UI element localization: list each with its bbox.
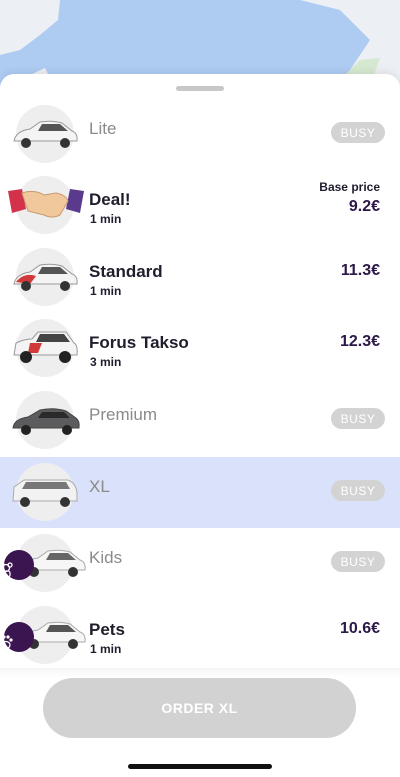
handshake-icon <box>8 189 84 218</box>
minivan-icon <box>12 479 78 507</box>
footer-divider <box>0 668 400 678</box>
option-row-pets[interactable]: Pets 1 min 10.6€ <box>0 600 400 671</box>
option-name: Forus Takso <box>89 333 189 352</box>
option-row-xl[interactable]: XL BUSY <box>0 457 400 528</box>
option-eta: 1 min <box>90 284 122 298</box>
home-indicator <box>128 764 272 769</box>
busy-badge: BUSY <box>331 480 385 501</box>
vehicle-thumb <box>13 319 78 377</box>
option-row-forus-takso[interactable]: Forus Takso 3 min 12.3€ <box>0 313 400 384</box>
busy-badge: BUSY <box>331 408 385 429</box>
option-price: 10.6€ <box>339 620 380 637</box>
dark-sedan-icon <box>12 408 80 435</box>
red-white-sedan-icon <box>13 263 78 291</box>
order-button[interactable]: ORDER XL <box>43 678 356 738</box>
vehicle-thumb <box>8 176 84 234</box>
option-row-lite[interactable]: Lite BUSY <box>0 99 400 170</box>
option-row-premium[interactable]: Premium BUSY <box>0 385 400 456</box>
option-eta: 1 min <box>90 212 122 226</box>
option-eta: 3 min <box>90 355 122 369</box>
option-name: Kids <box>89 548 123 567</box>
vehicle-thumb <box>12 463 78 521</box>
busy-badge: BUSY <box>331 122 385 143</box>
option-eta: 1 min <box>90 642 122 656</box>
vehicle-thumb <box>0 534 86 592</box>
option-row-kids[interactable]: Kids BUSY <box>0 528 400 599</box>
suv-icon <box>13 331 78 363</box>
white-sedan-icon <box>13 120 78 148</box>
vehicle-thumb <box>13 105 78 163</box>
option-price: 11.3€ <box>340 262 380 279</box>
vehicle-thumb <box>0 606 86 664</box>
busy-badge: BUSY <box>331 551 385 572</box>
base-price-label: Base price <box>319 180 380 194</box>
paw-icon <box>0 622 34 652</box>
vehicle-thumb <box>12 391 80 449</box>
option-name: Deal! <box>89 190 131 209</box>
option-row-standard[interactable]: Standard 1 min 11.3€ <box>0 242 400 313</box>
option-name: Standard <box>89 262 163 281</box>
option-name: Lite <box>89 119 117 138</box>
option-price: 9.2€ <box>348 198 380 215</box>
option-price: 12.3€ <box>339 333 380 350</box>
sheet-drag-handle[interactable] <box>176 86 224 91</box>
teddy-bear-icon <box>0 550 34 580</box>
option-name: Pets <box>89 620 125 639</box>
option-name: XL <box>89 477 110 496</box>
option-row-deal[interactable]: Deal! 1 min Base price 9.2€ <box>0 170 400 241</box>
vehicle-thumb <box>13 248 78 306</box>
option-name: Premium <box>89 405 158 424</box>
